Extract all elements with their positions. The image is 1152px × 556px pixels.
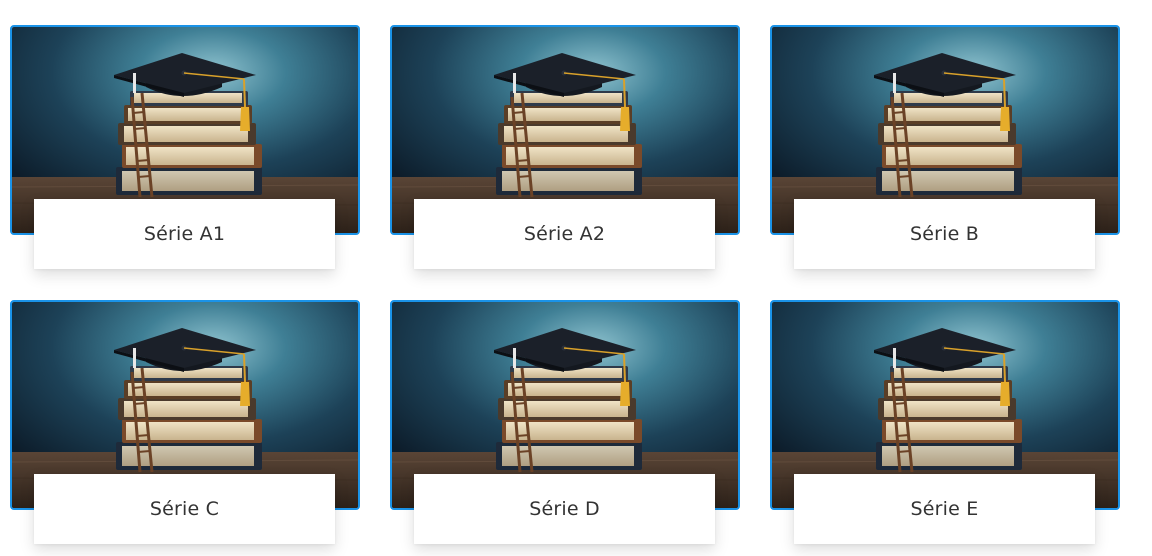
series-card[interactable]: Série A2 — [390, 25, 740, 269]
series-card-label[interactable]: Série A1 — [34, 199, 335, 269]
series-card-label[interactable]: Série B — [794, 199, 1095, 269]
series-card-label[interactable]: Série A2 — [414, 199, 715, 269]
series-card-title: Série D — [529, 498, 600, 520]
series-card-title: Série A2 — [523, 223, 606, 245]
series-card-title: Série B — [909, 223, 979, 245]
series-card[interactable]: Série C — [10, 300, 360, 544]
series-card-title: Série E — [910, 498, 979, 520]
series-card-title: Série A1 — [143, 223, 226, 245]
series-card-title: Série C — [149, 498, 220, 520]
series-card[interactable]: Série E — [770, 300, 1120, 544]
series-grid: Série A1 Série A2 Série B Série C Série — [0, 0, 1152, 556]
series-card[interactable]: Série D — [390, 300, 740, 544]
series-card-label[interactable]: Série E — [794, 474, 1095, 544]
series-card[interactable]: Série B — [770, 25, 1120, 269]
series-card[interactable]: Série A1 — [10, 25, 360, 269]
series-card-label[interactable]: Série C — [34, 474, 335, 544]
series-card-label[interactable]: Série D — [414, 474, 715, 544]
